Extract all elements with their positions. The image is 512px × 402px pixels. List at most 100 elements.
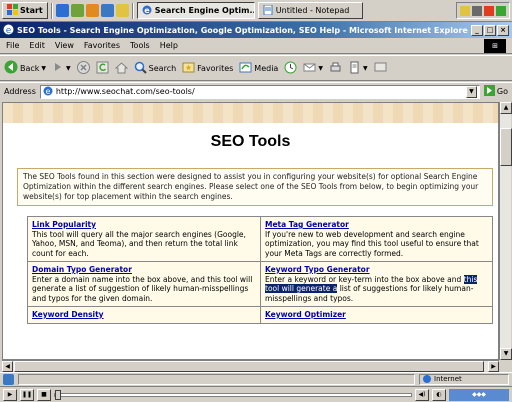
media-seek-slider[interactable] — [54, 389, 412, 400]
ie-quicklaunch-icon[interactable] — [55, 4, 69, 17]
chevron-down-icon[interactable]: ▼ — [318, 65, 323, 72]
scroll-down-button[interactable]: ▼ — [500, 348, 512, 360]
refresh-button[interactable] — [96, 61, 109, 76]
address-url: http://www.seochat.com/seo-tools/ — [55, 87, 195, 96]
desktop-quicklaunch-icon[interactable] — [70, 4, 84, 17]
ie-icon: e — [3, 24, 14, 37]
menu-tools[interactable]: Tools — [130, 41, 150, 50]
back-label: Back — [20, 63, 40, 73]
address-dropdown-button[interactable]: ▼ — [465, 85, 477, 98]
tool-link-keyword-density[interactable]: Keyword Density — [32, 310, 256, 320]
start-label: Start — [20, 6, 43, 15]
tool-cell: Keyword Typo Generator Enter a keyword o… — [260, 262, 492, 306]
forward-arrow-icon — [52, 61, 64, 75]
media-bar: ▶ ❚❚ ■ ◀) ◐ ◆◆◆ — [0, 386, 512, 402]
media-logo-icon: ◆◆◆ — [449, 388, 509, 401]
favorites-label: Favorites — [197, 63, 234, 73]
volume-button[interactable]: ◀) — [415, 388, 429, 401]
taskbar-task-notepad[interactable]: Untitled - Notepad — [257, 2, 363, 19]
back-button[interactable]: Back ▼ — [4, 60, 46, 76]
scroll-left-button[interactable]: ◀ — [2, 361, 13, 372]
windows-logo-icon — [7, 4, 18, 17]
maximize-button[interactable]: □ — [484, 24, 496, 36]
history-button[interactable] — [284, 61, 297, 76]
tool-cell: Keyword Optimizer — [260, 307, 492, 323]
tool-link-keyword-typo-generator[interactable]: Keyword Typo Generator — [265, 265, 488, 275]
minimize-button[interactable]: _ — [471, 24, 483, 36]
menu-view[interactable]: View — [55, 41, 74, 50]
page-viewport[interactable]: SEO Tools The SEO Tools found in this se… — [2, 102, 499, 360]
tool-link-link-popularity[interactable]: Link Popularity — [32, 220, 256, 230]
stop-button[interactable] — [76, 60, 90, 76]
window-title-bar[interactable]: e SEO Tools - Search Engine Optimization… — [0, 22, 512, 38]
tools-row: Keyword Density Keyword Optimizer — [28, 307, 492, 323]
play-button[interactable]: ▶ — [3, 388, 17, 401]
system-tray — [456, 2, 510, 19]
tool-link-meta-tag-generator[interactable]: Meta Tag Generator — [265, 220, 488, 230]
ie-icon: e — [142, 5, 152, 17]
discuss-button[interactable] — [374, 61, 387, 76]
security-tray-icon[interactable] — [484, 5, 494, 16]
chevron-down-icon[interactable]: ▼ — [66, 65, 71, 72]
home-icon — [114, 61, 128, 76]
search-button[interactable]: Search — [134, 61, 176, 76]
discuss-icon — [374, 61, 387, 76]
pause-button[interactable]: ❚❚ — [20, 388, 34, 401]
forward-button[interactable]: ▼ — [52, 61, 71, 75]
chevron-down-icon[interactable]: ▼ — [363, 65, 368, 72]
favorites-star-icon — [182, 61, 195, 76]
horizontal-scroll-thumb[interactable] — [14, 361, 484, 372]
media-quicklaunch-icon[interactable] — [85, 4, 99, 17]
outlook-quicklaunch-icon[interactable] — [100, 4, 114, 17]
tool-link-domain-typo-generator[interactable]: Domain Typo Generator — [32, 265, 256, 275]
chevron-down-icon[interactable]: ▼ — [41, 65, 46, 72]
internet-globe-icon — [423, 375, 431, 383]
go-button[interactable]: Go — [483, 85, 508, 98]
tool-cell: Link Popularity This tool will query all… — [28, 217, 260, 261]
history-icon — [284, 61, 297, 76]
horizontal-scrollbar[interactable]: ◀ ▶ — [2, 360, 499, 372]
status-bar: Internet — [0, 372, 512, 385]
menu-file[interactable]: File — [6, 41, 19, 50]
menu-help[interactable]: Help — [160, 41, 178, 50]
vertical-scrollbar[interactable]: ▲ ▼ — [499, 102, 512, 360]
address-input[interactable]: e http://www.seochat.com/seo-tools/ ▼ — [39, 84, 480, 99]
media-button[interactable]: Media — [239, 61, 278, 76]
media-label: Media — [254, 63, 279, 73]
edit-button[interactable]: ▼ — [348, 61, 368, 76]
search-icon — [134, 61, 147, 76]
mail-button[interactable]: ▼ — [303, 61, 323, 76]
back-arrow-icon — [4, 60, 18, 76]
menu-favorites[interactable]: Favorites — [84, 41, 120, 50]
tool-cell: Keyword Density — [28, 307, 260, 323]
scroll-up-button[interactable]: ▲ — [500, 102, 512, 114]
favorites-button[interactable]: Favorites — [182, 61, 233, 76]
start-button[interactable]: Start — [2, 2, 48, 19]
quick-launch — [55, 4, 129, 17]
menu-bar: File Edit View Favorites Tools Help ⊞ — [0, 38, 512, 54]
close-button[interactable]: × — [497, 24, 509, 36]
taskbar: Start e Search Engine Optim... Untitled … — [0, 0, 512, 22]
menu-edit[interactable]: Edit — [29, 41, 45, 50]
description-part: Enter a keyword or key-term into the box… — [265, 274, 464, 284]
home-button[interactable] — [114, 61, 128, 76]
taskbar-task-ie[interactable]: e Search Engine Optim... — [136, 2, 255, 19]
network-tray-icon[interactable] — [472, 5, 482, 16]
seek-handle[interactable] — [55, 389, 61, 400]
print-button[interactable] — [329, 61, 342, 76]
vertical-scroll-thumb[interactable] — [500, 128, 512, 166]
intro-text: The SEO Tools found in this section were… — [17, 168, 493, 206]
update-tray-icon[interactable] — [496, 5, 506, 16]
go-arrow-icon — [483, 85, 495, 98]
stop-icon — [76, 60, 90, 76]
tool-description: This tool will query all the major searc… — [32, 229, 246, 258]
taskbar-separator — [50, 2, 53, 19]
volume-tray-icon[interactable] — [460, 5, 470, 16]
scroll-right-button[interactable]: ▶ — [488, 361, 499, 372]
stop-media-button[interactable]: ■ — [37, 388, 51, 401]
folder-quicklaunch-icon[interactable] — [115, 4, 129, 17]
mute-button[interactable]: ◐ — [432, 388, 446, 401]
tool-link-keyword-optimizer[interactable]: Keyword Optimizer — [265, 310, 488, 320]
tools-grid: Link Popularity This tool will query all… — [27, 216, 493, 324]
standard-toolbar: Back ▼ ▼ Search Favorites Media ▼ ▼ — [0, 55, 512, 81]
